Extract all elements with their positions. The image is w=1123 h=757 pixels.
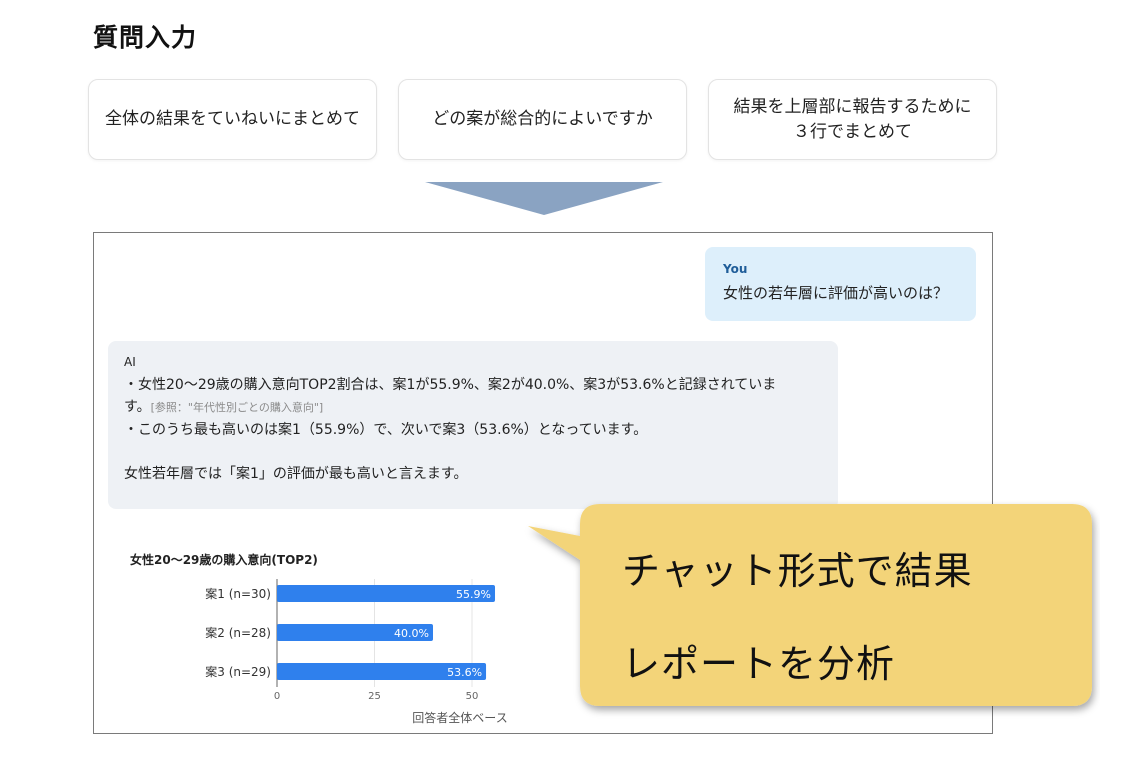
down-arrow-icon [425,182,663,215]
ai-name: AI [124,355,136,369]
chart-value-label: 53.6% [447,666,482,679]
chart-value-label: 40.0% [394,627,429,640]
chart-category-label: 案3 (n=29) [205,664,271,679]
question-card-report[interactable]: 結果を上層部に報告するために ３行でまとめて [708,79,997,160]
ai-message-bubble: AI ・女性20〜29歳の購入意向TOP2割合は、案1が55.9%、案2が40.… [108,341,838,509]
user-message-text: 女性の若年層に評価が高いのは？ [723,284,949,302]
chart-category-label: 案2 (n=28) [205,625,271,640]
chart-tick-label: 0 [274,691,280,702]
ai-line-2-text: す。 [124,399,151,415]
ai-line-4: 女性若年層では「案1」の評価が最も高いと言えます。 [124,466,468,482]
chart-tick-label: 50 [466,691,479,702]
question-label-line2: ３行でまとめて [793,121,912,142]
user-name: You [723,262,748,276]
user-message-bubble: You 女性の若年層に評価が高いのは？ [705,247,976,321]
question-label: 全体の結果をていねいにまとめて [105,109,360,130]
ai-line-1: ・女性20〜29歳の購入意向TOP2割合は、案1が55.9%、案2が40.0%、… [124,377,777,393]
chart-xlabel: 回答者全体ベース [412,710,507,725]
chart-category-label: 案1 (n=30) [205,586,271,601]
ai-line-2: す。[参照："年代性別ごとの購入意向"] [124,396,822,419]
question-card-best-plan[interactable]: どの案が総合的によいですか [398,79,687,160]
question-label: どの案が総合的によいですか [432,109,653,130]
callout-line1: チャット形式で結果 [622,549,973,593]
chart-tick-label: 25 [368,691,381,702]
chart-value-label: 55.9% [456,588,491,601]
question-card-summary[interactable]: 全体の結果をていねいにまとめて [88,79,377,160]
ai-line-3: ・このうち最も高いのは案1（55.9%）で、次いで案3（53.6%）となっていま… [124,422,648,438]
page-title: 質問入力 [93,23,198,52]
question-label-line1: 結果を上層部に報告するために [733,96,972,117]
ai-reference-link[interactable]: [参照："年代性別ごとの購入意向"] [151,401,324,414]
callout-line2: レポートを分析 [622,642,896,686]
